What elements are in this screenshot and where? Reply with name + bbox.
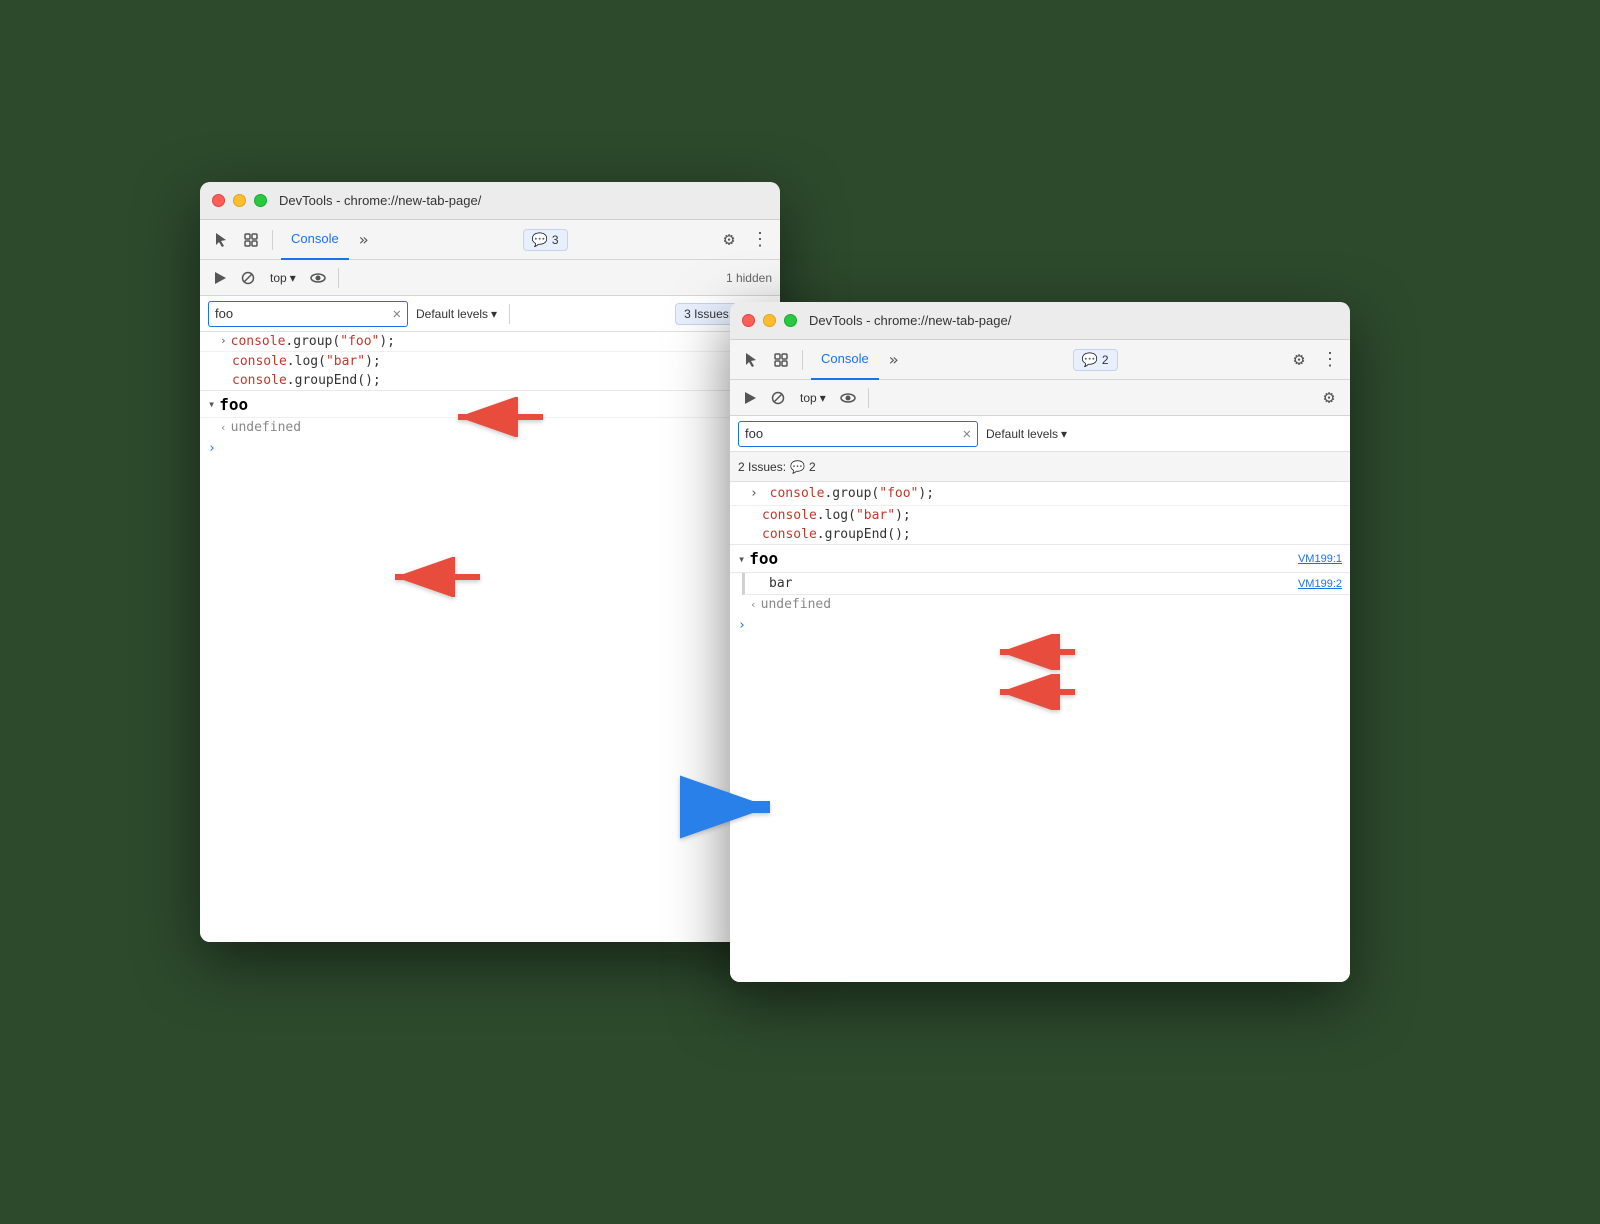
filter-divider-left — [509, 304, 510, 324]
title-bar-left: DevTools - chrome://new-tab-page/ — [200, 182, 780, 220]
console-groupend-line-right: console.groupEnd(); — [730, 525, 1350, 545]
filter-input-left[interactable]: foo — [215, 306, 389, 321]
chevron-down-icon-default-right: ▾ — [1061, 427, 1067, 441]
caret-down-icon-right: ▾ — [738, 552, 745, 566]
console-divider-right — [868, 388, 869, 408]
layers-icon-right[interactable] — [768, 347, 794, 373]
console-group-line-left: › console.group("foo"); — [200, 332, 780, 352]
filter-input-wrap-right[interactable]: foo ✕ — [738, 421, 978, 447]
title-bar-right: DevTools - chrome://new-tab-page/ — [730, 302, 1350, 340]
clear-filter-icon-left[interactable]: ✕ — [393, 306, 401, 322]
red-arrow-foo-right — [990, 634, 1080, 674]
toolbar-divider-left — [272, 230, 273, 250]
tab-toolbar-left: Console » 💬 3 ⚙ ⋮ — [200, 220, 780, 260]
foo-group-result-right: ▾ foo VM199:1 — [730, 545, 1350, 573]
default-levels-left[interactable]: Default levels ▾ — [416, 307, 497, 321]
console-group-line-right: › console.group("foo"); — [730, 482, 1350, 506]
chat-icon-right: 💬 — [1082, 352, 1098, 368]
console-toolbar-left: top ▾ 1 hidden — [200, 260, 780, 296]
chevron-down-icon-default-left: ▾ — [491, 307, 497, 321]
expand-arrow-left[interactable]: › — [220, 334, 227, 347]
layers-icon-left[interactable] — [238, 227, 264, 253]
filter-row-left: foo ✕ Default levels ▾ 3 Issues: 💬 3 — [200, 296, 780, 332]
issues-row-right: 2 Issues: 💬 2 — [730, 452, 1350, 482]
tab-more-right[interactable]: » — [883, 350, 905, 369]
eye-icon-left[interactable] — [306, 266, 330, 290]
red-arrow-filter-left — [448, 397, 548, 441]
hidden-text-left: 1 hidden — [726, 271, 772, 285]
console-groupend-line-left: console.groupEnd(); — [200, 371, 780, 390]
minimize-button-right[interactable] — [763, 314, 776, 327]
tab-console-right[interactable]: Console — [811, 340, 879, 380]
play-icon-left[interactable] — [208, 266, 232, 290]
cursor-icon-left[interactable] — [208, 227, 234, 253]
gear-icon-left[interactable]: ⚙ — [716, 227, 742, 253]
default-levels-right[interactable]: Default levels ▾ — [986, 427, 1067, 441]
console-toolbar-right: top ▾ ⚙ — [730, 380, 1350, 416]
tab-more-left[interactable]: » — [353, 230, 375, 249]
toolbar-divider-right — [802, 350, 803, 370]
vm-ref2-right[interactable]: VM199:2 — [1298, 578, 1342, 590]
console-content-right: › console.group("foo"); console.log("bar… — [730, 482, 1350, 982]
foo-label-left: foo — [219, 395, 248, 414]
eye-icon-right[interactable] — [836, 386, 860, 410]
chevron-down-icon-left: ▾ — [290, 271, 296, 285]
filter-row-right: foo ✕ Default levels ▾ — [730, 416, 1350, 452]
console-log-line-left: console.log("bar"); — [200, 352, 780, 371]
issues-label-right[interactable]: 2 Issues: 💬 2 — [738, 460, 816, 474]
window-title-right: DevTools - chrome://new-tab-page/ — [809, 313, 1011, 328]
bar-label-right: bar — [769, 576, 792, 591]
clear-filter-icon-right[interactable]: ✕ — [963, 426, 971, 442]
maximize-button-left[interactable] — [254, 194, 267, 207]
traffic-lights-left — [212, 194, 267, 207]
prompt-icon-left: › — [208, 441, 216, 456]
filter-input-right[interactable]: foo — [745, 426, 959, 441]
minimize-button-left[interactable] — [233, 194, 246, 207]
ban-icon-left[interactable] — [236, 266, 260, 290]
close-button-left[interactable] — [212, 194, 225, 207]
expand-arrow-right[interactable]: › — [750, 486, 758, 501]
issues-badge-left[interactable]: 💬 3 — [523, 229, 568, 251]
gear-icon-right2[interactable]: ⚙ — [1316, 385, 1342, 411]
maximize-button-right[interactable] — [784, 314, 797, 327]
issues-badge-right[interactable]: 💬 2 — [1073, 349, 1118, 371]
bar-child-row-right: bar VM199:2 — [742, 573, 1350, 595]
filter-input-wrap-left[interactable]: foo ✕ — [208, 301, 408, 327]
red-arrow-foo-left — [385, 557, 485, 601]
blue-arrow-forward — [680, 772, 780, 846]
issues-chat-icon-right: 💬 — [790, 460, 805, 474]
console-log-line-right: console.log("bar"); — [730, 506, 1350, 525]
play-icon-right[interactable] — [738, 386, 762, 410]
window-title-left: DevTools - chrome://new-tab-page/ — [279, 193, 481, 208]
top-dropdown-right[interactable]: top ▾ — [794, 389, 832, 407]
traffic-lights-right — [742, 314, 797, 327]
cursor-icon-right[interactable] — [738, 347, 764, 373]
tab-console-left[interactable]: Console — [281, 220, 349, 260]
dots-icon-left[interactable]: ⋮ — [746, 227, 772, 253]
close-button-right[interactable] — [742, 314, 755, 327]
red-arrow-bar-right — [990, 674, 1080, 714]
caret-down-icon-left: ▾ — [208, 397, 215, 411]
prompt-icon-right: › — [738, 618, 746, 633]
ban-icon-right[interactable] — [766, 386, 790, 410]
vm-ref1-right[interactable]: VM199:1 — [1298, 553, 1342, 565]
chevron-down-icon-right: ▾ — [820, 391, 826, 405]
chat-icon-left: 💬 — [532, 232, 548, 248]
dots-icon-right[interactable]: ⋮ — [1316, 347, 1342, 373]
top-dropdown-left[interactable]: top ▾ — [264, 269, 302, 287]
gear-icon-right[interactable]: ⚙ — [1286, 347, 1312, 373]
undefined-line-right: ‹ undefined — [730, 595, 1350, 614]
console-divider-left — [338, 268, 339, 288]
tab-toolbar-right: Console » 💬 2 ⚙ ⋮ — [730, 340, 1350, 380]
foo-label-right: foo — [749, 549, 778, 568]
